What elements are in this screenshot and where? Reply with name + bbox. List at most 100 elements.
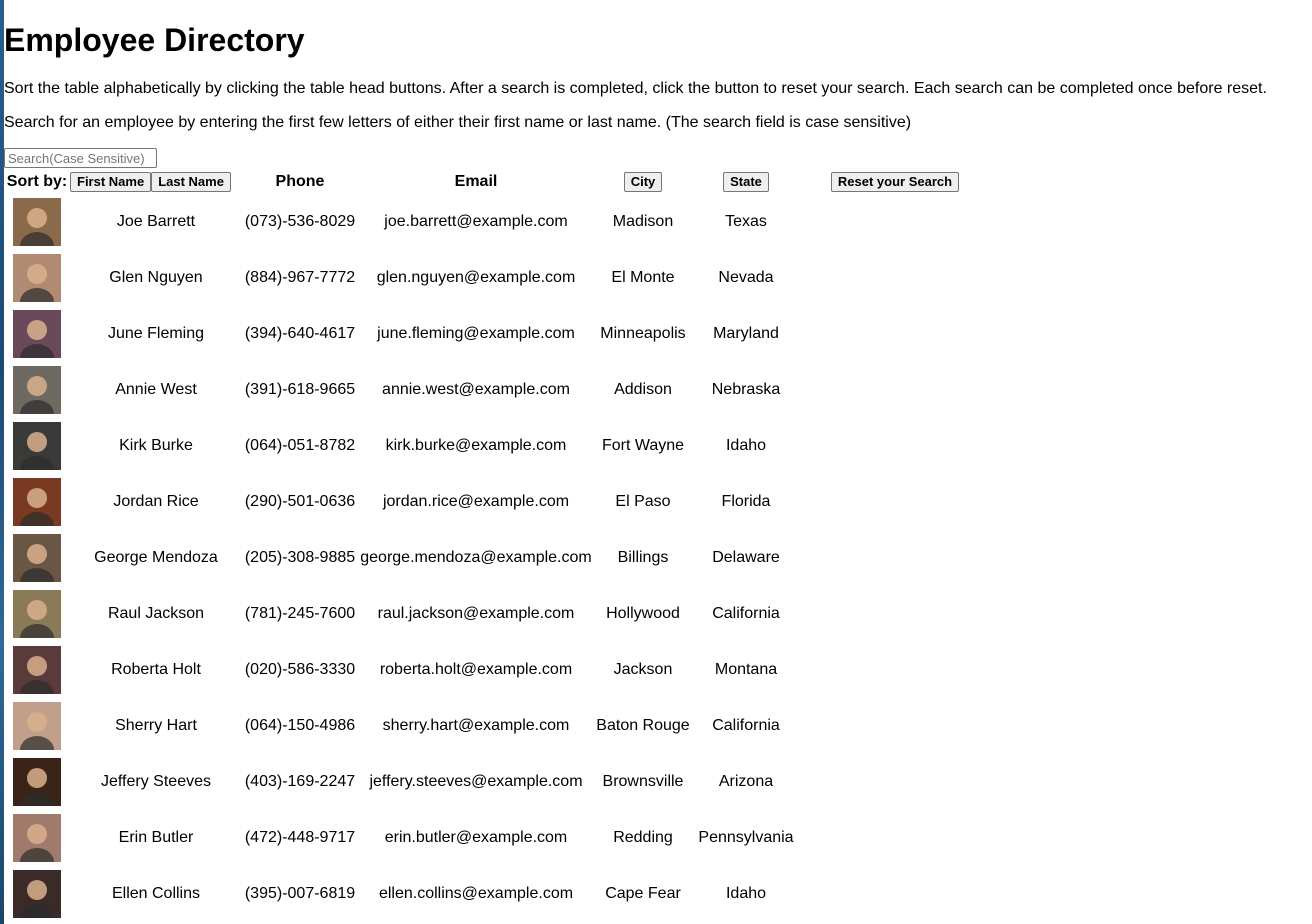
- table-row: Kirk Burke (064)-051-8782 kirk.burke@examp…: [4, 418, 990, 474]
- reset-search-button[interactable]: Reset your Search: [830, 172, 960, 192]
- employee-email: june.fleming@example.com: [377, 325, 575, 342]
- employee-email: ellen.collins@example.com: [378, 885, 574, 902]
- empty-cell: [800, 586, 990, 642]
- avatar: [13, 366, 61, 414]
- employee-city: Minneapolis: [600, 325, 686, 342]
- search-input[interactable]: [4, 148, 157, 168]
- employee-name: Roberta Holt: [111, 661, 201, 678]
- sort-state-button[interactable]: State: [723, 172, 769, 192]
- employee-city: Billings: [617, 549, 669, 566]
- table-row: Erin Butler (472)-448-9717 erin.butler@exa…: [4, 810, 990, 866]
- sort-first-name-button[interactable]: First Name: [70, 172, 152, 192]
- empty-cell: [800, 362, 990, 418]
- employee-city: El Paso: [615, 493, 671, 510]
- employee-email: annie.west@example.com: [382, 381, 570, 398]
- employee-name: Sherry Hart: [115, 717, 197, 734]
- employee-state: Florida: [721, 493, 771, 510]
- employee-email: jeffery.steeves@example.com: [369, 773, 583, 790]
- employee-name: Jordan Rice: [113, 493, 199, 510]
- employee-name: June Fleming: [107, 325, 205, 342]
- avatar: [13, 758, 61, 806]
- empty-cell: [800, 698, 990, 754]
- empty-cell: [800, 306, 990, 362]
- employee-city: Brownsville: [602, 773, 684, 790]
- employee-phone: (395)-007-6819: [244, 885, 356, 902]
- empty-cell: [800, 418, 990, 474]
- avatar-cell: [4, 810, 70, 866]
- employee-name: Kirk Burke: [119, 437, 193, 454]
- avatar: [13, 702, 61, 750]
- employee-state: California: [712, 605, 780, 622]
- employee-name: Annie West: [115, 381, 197, 398]
- avatar-cell: [4, 754, 70, 810]
- employee-city: Baton Rouge: [596, 717, 690, 734]
- avatar-cell: [4, 474, 70, 530]
- table-row: George Mendoza (205)-308-9885 george.mendo…: [4, 530, 990, 586]
- employee-email: jordan.rice@example.com: [382, 493, 570, 510]
- employee-state: Pennsylvania: [698, 829, 794, 846]
- empty-cell: [800, 754, 990, 810]
- sort-instructions: Sort the table alphabetically by clickin…: [4, 80, 1267, 97]
- avatar-cell: [4, 530, 70, 586]
- state-header: State: [692, 170, 800, 194]
- table-row: Jordan Rice (290)-501-0636 jordan.rice@exa…: [4, 474, 990, 530]
- sort-by-label: Sort by:: [6, 173, 68, 190]
- avatar-cell: [4, 362, 70, 418]
- employee-state: Idaho: [725, 885, 767, 902]
- email-header: Email: [454, 173, 498, 190]
- empty-cell: [800, 642, 990, 698]
- avatar-cell: [4, 698, 70, 754]
- employee-state: Nevada: [718, 269, 774, 286]
- table-row: Raul Jackson (781)-245-7600 raul.jackson@e…: [4, 586, 990, 642]
- sort-last-name-button[interactable]: Last Name: [151, 172, 231, 192]
- avatar-cell: [4, 642, 70, 698]
- employee-phone: (073)-536-8029: [244, 213, 356, 230]
- employee-name: George Mendoza: [94, 549, 218, 566]
- employee-phone: (290)-501-0636: [244, 493, 356, 510]
- table-row: Sherry Hart (064)-150-4986 sherry.hart@exa…: [4, 698, 990, 754]
- employee-phone: (064)-051-8782: [244, 437, 356, 454]
- phone-header: Phone: [275, 173, 325, 190]
- avatar: [13, 310, 61, 358]
- avatar-cell: [4, 586, 70, 642]
- employee-city: El Monte: [611, 269, 675, 286]
- employee-email: erin.butler@example.com: [384, 829, 568, 846]
- table-row: Glen Nguyen (884)-967-7772 glen.nguyen@exa…: [4, 250, 990, 306]
- table-row: June Fleming (394)-640-4617 june.fleming@e…: [4, 306, 990, 362]
- page-title: Employee Directory: [4, 22, 305, 58]
- avatar: [13, 254, 61, 302]
- employee-email: raul.jackson@example.com: [377, 605, 575, 622]
- empty-cell: [800, 866, 990, 922]
- employee-state: Arizona: [718, 773, 774, 790]
- empty-cell: [800, 810, 990, 866]
- employee-city: Cape Fear: [605, 885, 681, 902]
- employee-rows: Joe Barrett (073)-536-8029 joe.barrett@exa…: [4, 194, 990, 922]
- search-instructions: Search for an employee by entering the f…: [4, 114, 912, 131]
- empty-cell: [800, 530, 990, 586]
- sort-city-button[interactable]: City: [623, 172, 663, 192]
- employee-phone: (391)-618-9665: [244, 381, 356, 398]
- name-header: First Name Last Name: [70, 170, 242, 194]
- avatar: [13, 646, 61, 694]
- employee-phone: (884)-967-7772: [244, 269, 356, 286]
- employee-name: Glen Nguyen: [109, 269, 203, 286]
- avatar: [13, 870, 61, 918]
- employee-city: Addison: [614, 381, 672, 398]
- table-row: Roberta Holt (020)-586-3330 roberta.holt@e…: [4, 642, 990, 698]
- employee-phone: (781)-245-7600: [244, 605, 356, 622]
- employee-city: Hollywood: [606, 605, 680, 622]
- employee-phone: (205)-308-9885: [244, 549, 356, 566]
- employee-city: Jackson: [613, 661, 673, 678]
- reset-header: Reset your Search: [800, 170, 990, 194]
- employee-state: Texas: [725, 213, 767, 230]
- employee-phone: (064)-150-4986: [244, 717, 356, 734]
- table-row: Ellen Collins (395)-007-6819 ellen.collins…: [4, 866, 990, 922]
- empty-cell: [800, 474, 990, 530]
- employee-state: Nebraska: [711, 381, 781, 398]
- avatar-cell: [4, 418, 70, 474]
- avatar-cell: [4, 866, 70, 922]
- employee-state: Maryland: [713, 325, 779, 342]
- employee-email: glen.nguyen@example.com: [376, 269, 576, 286]
- sort-by-header: Sort by:: [4, 170, 70, 194]
- table-row: Joe Barrett (073)-536-8029 joe.barrett@exa…: [4, 194, 990, 250]
